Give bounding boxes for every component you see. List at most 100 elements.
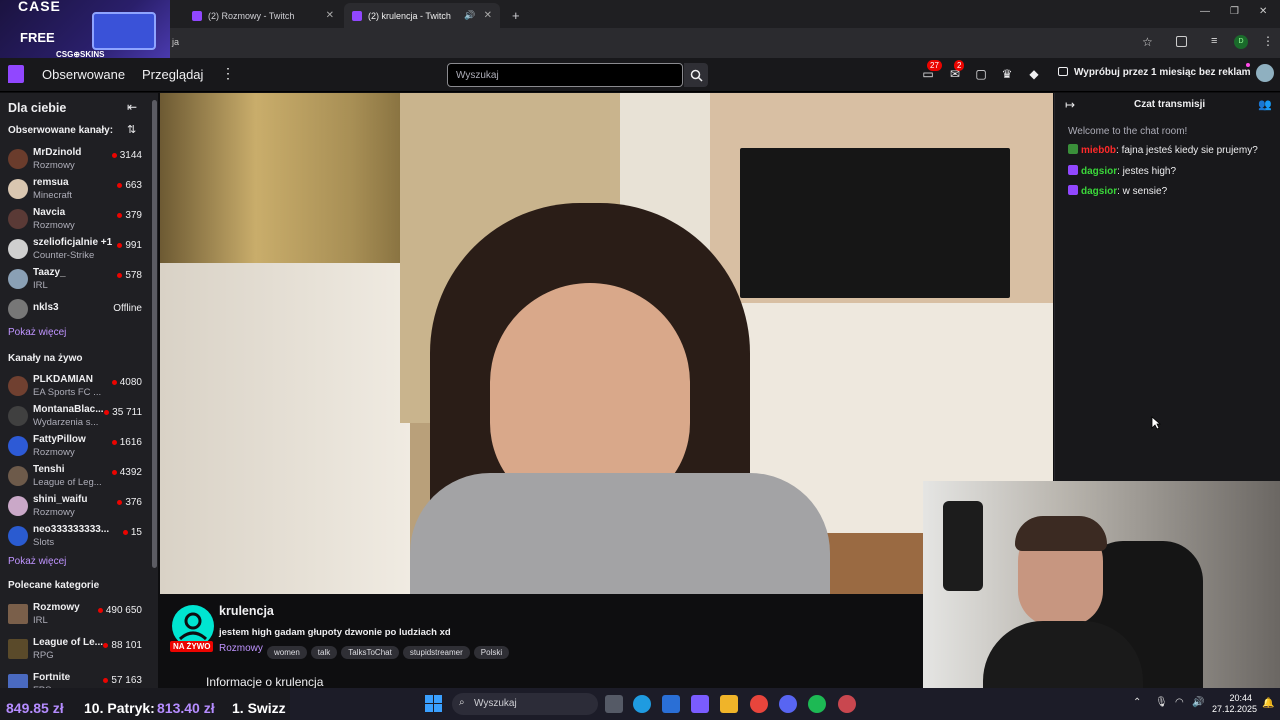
speaker-icon[interactable]: 🔊 <box>464 10 475 21</box>
live-channel[interactable]: Tenshi League of Leg... 4392 <box>0 462 150 492</box>
media-controls-icon[interactable]: ≡ <box>1211 35 1217 47</box>
taskbar-search[interactable]: Wyszukaj <box>452 693 598 715</box>
clock-date: 27.12.2025 <box>1212 704 1258 714</box>
more-menu-icon[interactable]: ⋮ <box>221 65 235 82</box>
collapse-chat-icon[interactable]: ↦ <box>1065 98 1075 112</box>
close-tab-icon[interactable]: ✕ <box>484 10 492 21</box>
close-window-icon[interactable]: ✕ <box>1259 6 1267 17</box>
live-channel[interactable]: PLKDAMIAN EA Sports FC ... 4080 <box>0 372 150 402</box>
avatar <box>8 299 28 319</box>
show-more-followed[interactable]: Pokaż więcej <box>8 327 66 338</box>
viewer-count: 578 <box>117 270 142 281</box>
browser-tab-krulencja[interactable]: (2) krulencja - Twitch 🔊 ✕ <box>344 3 500 28</box>
video-player[interactable] <box>160 93 1053 594</box>
search-input[interactable]: Wyszukaj <box>447 63 683 87</box>
chrome-icon[interactable] <box>750 695 768 713</box>
close-tab-icon[interactable]: ✕ <box>326 10 334 21</box>
spotify-icon[interactable] <box>808 695 826 713</box>
star-icon[interactable]: ☆ <box>1142 35 1153 49</box>
chat-panel: ↦ Czat transmisji 👥 Welcome to the chat … <box>1054 93 1280 481</box>
collapse-sidebar-icon[interactable]: ⇤ <box>127 100 137 114</box>
file-explorer-icon[interactable] <box>720 695 738 713</box>
followed-heading: Obserwowane kanały: <box>8 125 114 136</box>
search-button[interactable] <box>684 63 708 87</box>
chat-bubble-icon[interactable]: ▢ <box>973 66 989 82</box>
chat-username[interactable]: dagsior <box>1081 186 1117 197</box>
followed-channel[interactable]: szelioficjalnie +1 Counter-Strike 991 <box>0 235 150 265</box>
tag[interactable]: women <box>267 646 307 659</box>
live-channel[interactable]: shini_waifu Rozmowy 376 <box>0 492 150 522</box>
chat-message: mieb0b: fajna jesteś kiedy sie prujemy? <box>1068 144 1258 156</box>
category-item[interactable]: Rozmowy IRL 490 650 <box>0 600 150 630</box>
viewer-count-value: 490 650 <box>105 605 142 616</box>
channel-game: Rozmowy <box>33 220 75 231</box>
store-icon[interactable] <box>662 695 680 713</box>
search-icon: ⌕ <box>459 697 465 708</box>
channel-game: Rozmowy <box>33 160 75 171</box>
tag[interactable]: Polski <box>473 646 510 659</box>
viewer-count: 4392 <box>111 467 142 478</box>
live-channel[interactable]: neo333333333... Slots 15 <box>0 522 150 552</box>
browser-profile-icon[interactable]: D <box>1234 35 1248 49</box>
community-icon[interactable]: 👥 <box>1258 98 1272 111</box>
whispers-inbox-button[interactable]: ✉ 2 <box>947 60 965 82</box>
viewer-count: 490 650 <box>97 605 142 616</box>
viewer-count-value: 663 <box>125 180 142 191</box>
extensions-icon[interactable] <box>1176 36 1187 47</box>
channel-game: Rozmowy <box>33 507 75 518</box>
nav-browse[interactable]: Przeglądaj <box>142 67 203 82</box>
followed-channel[interactable]: Taazy_ IRL 578 <box>0 265 150 295</box>
new-tab-button[interactable]: + <box>504 3 528 28</box>
taskbar-clock[interactable]: 20:44 27.12.2025 <box>1212 693 1258 715</box>
chat-message: dagsior: w sensie? <box>1068 185 1167 197</box>
show-more-live[interactable]: Pokaż więcej <box>8 556 66 567</box>
edge-icon[interactable] <box>633 695 651 713</box>
task-view-icon[interactable] <box>605 695 623 713</box>
bits-icon[interactable]: ◆ <box>1026 66 1042 82</box>
followed-channel[interactable]: remsua Minecraft 663 <box>0 175 150 205</box>
sidebar-scroll-thumb[interactable] <box>152 100 157 568</box>
followed-channel[interactable]: Navcia Rozmowy 379 <box>0 205 150 235</box>
try-ad-free-button[interactable]: Wypróbuj przez 1 miesiąc bez reklam <box>1074 67 1251 78</box>
viewer-count: 88 101 <box>103 640 142 651</box>
chat-username[interactable]: mieb0b <box>1081 145 1116 156</box>
tag[interactable]: talk <box>310 646 338 659</box>
tag[interactable]: stupidstreamer <box>402 646 470 659</box>
browser-tab-rozmowy[interactable]: (2) Rozmowy - Twitch ✕ <box>184 3 342 28</box>
notification-bell-icon[interactable]: 🔔 <box>1262 698 1274 709</box>
browser-menu-icon[interactable]: ⋮ <box>1262 34 1274 48</box>
live-channel[interactable]: MontanaBlac... Wydarzenia s... 35 711 <box>0 402 150 432</box>
tag[interactable]: TalksToChat <box>341 646 399 659</box>
channel-name[interactable]: krulencja <box>219 604 274 618</box>
category-thumbnail <box>8 604 28 624</box>
notifications-button[interactable]: ▭ 27 <box>920 60 942 82</box>
address-text[interactable]: ja <box>172 37 179 47</box>
live-channels-heading: Kanały na żywo <box>8 353 83 364</box>
followed-channel-offline[interactable]: nkls3 Offline <box>0 299 150 330</box>
prime-crown-icon[interactable]: ♛ <box>999 66 1015 82</box>
chevron-up-icon[interactable]: ⌃ <box>1133 697 1141 708</box>
copilot-icon[interactable] <box>691 695 709 713</box>
category-item[interactable]: League of Le... RPG 88 101 <box>0 635 150 665</box>
browser-tab-bar: et (2) Rozmowy - Twitch ✕ (2) krulencja … <box>0 0 1280 28</box>
sort-icon[interactable]: ⇅ <box>127 123 136 136</box>
discord-icon[interactable] <box>779 695 797 713</box>
volume-icon[interactable]: 🔊 <box>1192 697 1204 708</box>
followed-channel[interactable]: MrDzinold Rozmowy 3144 <box>0 145 150 175</box>
minimize-icon[interactable]: — <box>1200 6 1210 17</box>
promo-dot <box>1246 63 1250 67</box>
channel-name: MrDzinold <box>33 147 82 158</box>
chat-username[interactable]: dagsior <box>1081 166 1117 177</box>
radiator <box>160 263 410 594</box>
app-icon[interactable] <box>838 695 856 713</box>
wifi-icon[interactable]: ◠ <box>1175 697 1184 708</box>
twitch-logo-icon[interactable] <box>8 65 24 83</box>
microphone-icon[interactable]: 🎙 <box>1155 697 1168 708</box>
live-channel[interactable]: FattyPillow Rozmowy 1616 <box>0 432 150 462</box>
stream-category[interactable]: Rozmowy <box>219 643 263 654</box>
user-avatar[interactable] <box>1256 64 1274 82</box>
viewer-count-value: 88 101 <box>111 640 142 651</box>
nav-following[interactable]: Obserwowane <box>42 67 125 82</box>
windows-start-icon[interactable] <box>425 695 442 712</box>
maximize-icon[interactable]: ❐ <box>1230 6 1239 17</box>
